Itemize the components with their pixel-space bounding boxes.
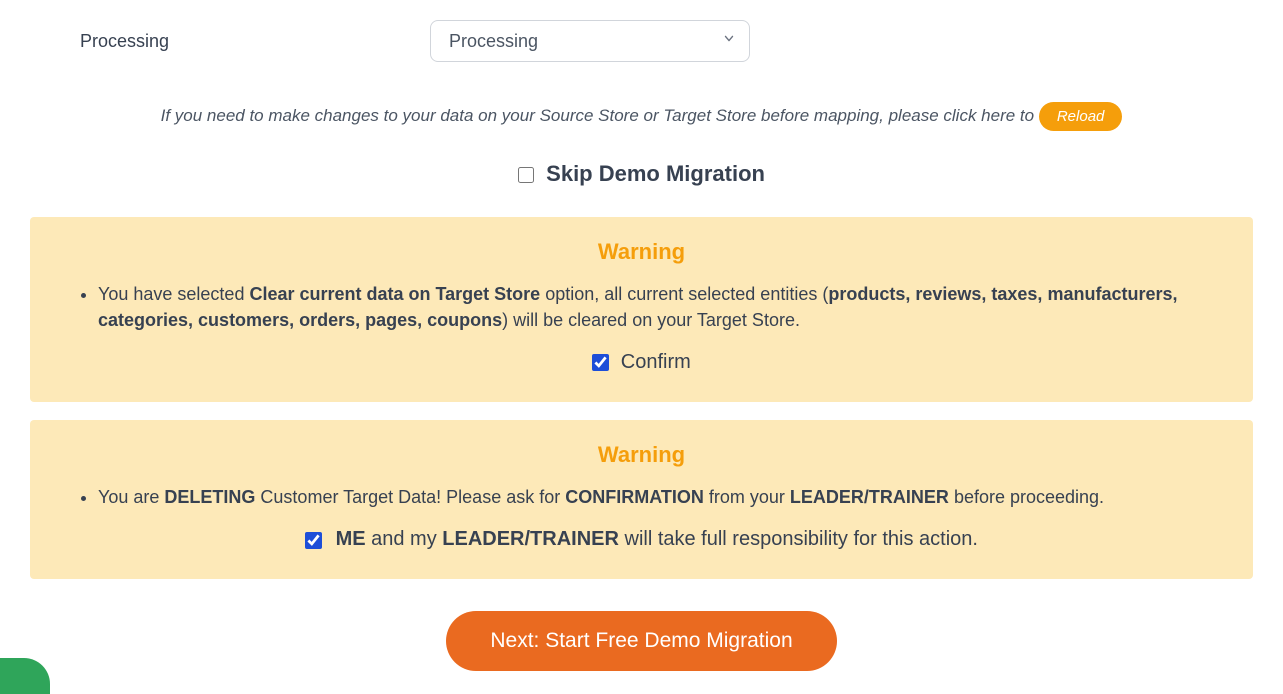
- confirm-clear-checkbox[interactable]: [592, 354, 609, 371]
- reload-hint: If you need to make changes to your data…: [30, 102, 1253, 131]
- skip-demo-checkbox[interactable]: [518, 167, 534, 183]
- mapping-label: Processing: [30, 31, 430, 52]
- responsibility-label[interactable]: ME and my LEADER/TRAINER will take full …: [305, 528, 978, 550]
- confirm-clear-label[interactable]: Confirm: [592, 351, 691, 373]
- next-start-demo-button[interactable]: Next: Start Free Demo Migration: [446, 611, 836, 671]
- warning-clear-message: You have selected Clear current data on …: [98, 281, 1225, 333]
- skip-demo-label[interactable]: Skip Demo Migration: [518, 161, 765, 186]
- warning-delete-message: You are DELETING Customer Target Data! P…: [98, 484, 1225, 510]
- warning-title: Warning: [58, 239, 1225, 265]
- processing-select[interactable]: Processing: [430, 20, 750, 62]
- warning-clear-data: Warning You have selected Clear current …: [30, 217, 1253, 402]
- reload-button[interactable]: Reload: [1039, 102, 1123, 131]
- warning-delete-customer: Warning You are DELETING Customer Target…: [30, 420, 1253, 579]
- warning-title-2: Warning: [58, 442, 1225, 468]
- responsibility-checkbox[interactable]: [305, 532, 322, 549]
